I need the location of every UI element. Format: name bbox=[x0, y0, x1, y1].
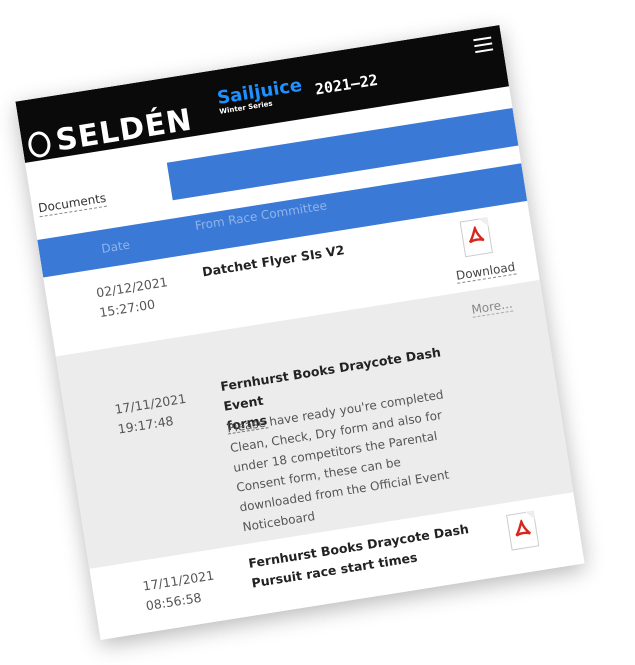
more-link[interactable]: More... bbox=[470, 296, 514, 318]
season-label: 2021–22 bbox=[313, 70, 380, 99]
series-logo[interactable]: Sailjuice Winter Series bbox=[216, 75, 319, 116]
pdf-icon[interactable] bbox=[459, 217, 493, 258]
column-header-from: From Race Committee bbox=[193, 198, 328, 234]
row-date: 17/11/2021 08:56:58 bbox=[141, 566, 218, 617]
selden-logo[interactable]: SELDÉN bbox=[26, 102, 195, 162]
logo-text: SELDÉN bbox=[53, 102, 195, 159]
page-card: SELDÉN Sailjuice Winter Series 2021–22 D… bbox=[15, 25, 585, 640]
hamburger-icon[interactable] bbox=[473, 36, 494, 54]
download-link[interactable]: Download bbox=[454, 259, 517, 284]
selden-logo-icon bbox=[26, 129, 53, 159]
column-header-date: Date bbox=[100, 237, 131, 256]
screenshot-stage: SELDÉN Sailjuice Winter Series 2021–22 D… bbox=[0, 0, 635, 665]
documents-link[interactable]: Documents bbox=[37, 190, 108, 218]
row-date: 02/12/2021 15:27:00 bbox=[95, 272, 172, 323]
row-date: 17/11/2021 19:17:48 bbox=[113, 389, 190, 440]
pdf-icon[interactable] bbox=[506, 510, 540, 551]
